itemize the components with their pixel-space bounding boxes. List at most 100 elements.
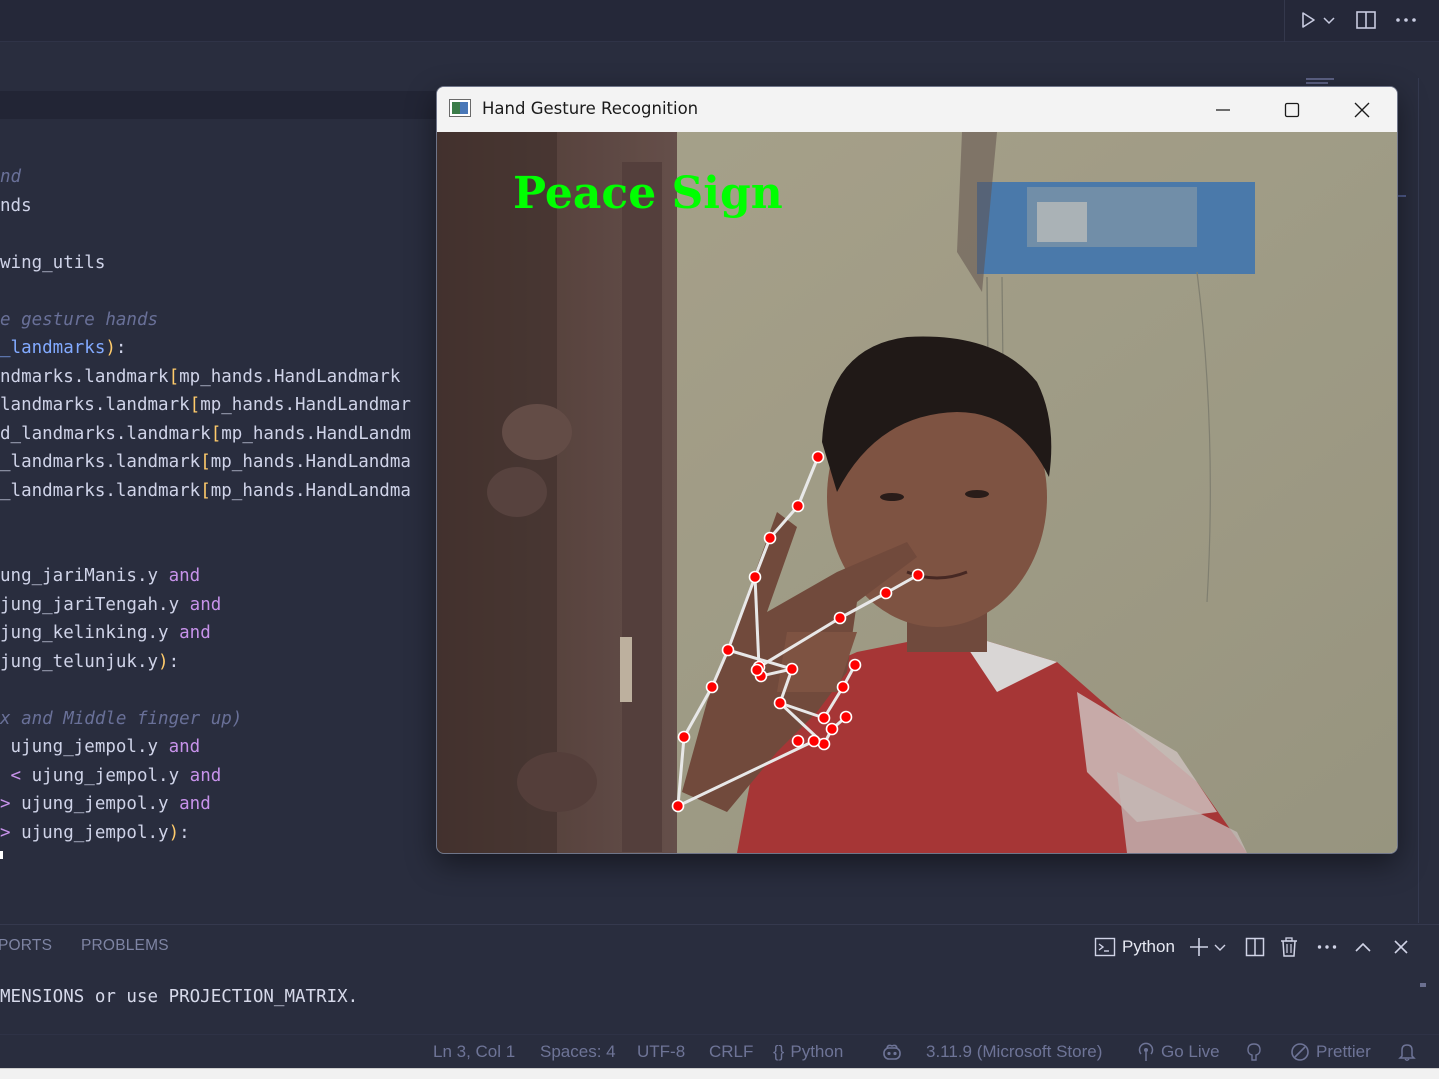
landmark-point [911,568,925,582]
code-token: _landmarks.landmark [0,452,201,472]
code-token: e gesture hands [0,309,159,330]
code-token: ) [168,822,180,843]
code-line[interactable]: nd [0,163,21,191]
code-line[interactable]: _landmarks.landmark[mp_hands.HandLandma [0,448,411,476]
chevron-down-icon[interactable] [1212,933,1228,961]
bottom-panel: PORTS PROBLEMS Python MENSIONS or use PR… [0,924,1439,1034]
indentation[interactable]: Spaces: 4 [540,1042,616,1062]
code-line[interactable]: jung_telunjuk.y): [0,648,179,676]
copilot-icon[interactable] [881,1042,903,1062]
minimap-line [1306,82,1328,84]
code-line[interactable]: jung_kelinking.y and [0,619,211,647]
encoding[interactable]: UTF-8 [637,1042,685,1062]
trash-icon[interactable] [1276,933,1302,961]
code-token: _landmarks [0,338,106,358]
end-of-line[interactable]: CRLF [709,1042,753,1062]
code-token: mp_hands.HandLandm [221,423,411,444]
landmark-point [773,696,787,710]
cursor-position[interactable]: Ln 3, Col 1 [433,1042,515,1062]
code-token: jung_jariTengah.y [0,594,190,615]
landmark-point [763,531,777,545]
code-line[interactable]: > ujung_jempol.y): [0,819,190,847]
code-token: [ [210,423,222,444]
landmark-point [785,662,799,676]
code-line[interactable]: wing_utils [0,249,105,277]
code-line[interactable]: d_landmarks.landmark[mp_hands.HandLandm [0,420,411,448]
code-token: and [168,566,201,586]
accounts-icon[interactable] [1243,1042,1265,1062]
landmark-point [791,499,805,513]
maximize-panel-icon[interactable] [1350,933,1376,961]
new-terminal-icon[interactable] [1186,933,1212,961]
code-line[interactable]: jung_jariTengah.y and [0,591,221,619]
minimize-button[interactable] [1188,87,1258,132]
landmark-point [721,643,735,657]
camera-feed: Peace Sign [437,132,1397,853]
close-panel-icon[interactable] [1388,933,1414,961]
more-actions-icon[interactable] [1391,6,1421,34]
close-button[interactable] [1327,87,1397,132]
split-terminal-icon[interactable] [1242,933,1268,961]
code-token: > [0,794,22,814]
code-line[interactable]: > ujung_jempol.y and [0,790,211,818]
editor-title-bar [0,0,1439,42]
code-line[interactable]: nds [0,192,32,220]
text-cursor [0,851,3,859]
code-token: nds [0,195,32,216]
tab-problems[interactable]: PROBLEMS [81,937,169,955]
code-line[interactable]: landmarks.landmark[mp_hands.HandLandmar [0,391,411,419]
broadcast-icon [1138,1042,1154,1061]
window-title: Hand Gesture Recognition [482,99,699,118]
go-live-label: Go Live [1161,1042,1220,1061]
terminal-profile-button[interactable]: Python [1094,933,1184,961]
code-token: nd [0,167,22,187]
maximize-button[interactable] [1257,87,1327,132]
code-line[interactable]: _landmarks): [0,334,126,362]
terminal-scroll-marker [1420,983,1426,987]
prettier-button[interactable]: Prettier [1290,1042,1371,1062]
tab-ports[interactable]: PORTS [0,937,52,955]
landmark-point [677,730,691,744]
code-line[interactable]: < ujung_jempol.y and [0,762,222,790]
code-token: and [179,794,211,814]
chevron-down-icon[interactable] [1319,6,1339,34]
webcam-frame: Peace Sign [437,132,1397,853]
code-line[interactable]: ung_jariManis.y and [0,562,200,590]
code-token: and [168,737,201,757]
image-shade [437,132,1397,853]
bell-icon[interactable] [1398,1042,1416,1062]
split-editor-icon[interactable] [1351,6,1381,34]
code-lines[interactable]: nd nds wing_utilse gesture hands _landmarks… [0,120,440,880]
app-icon [449,99,471,117]
scrollbar-marker [1398,195,1406,197]
go-live-button[interactable]: Go Live [1137,1042,1220,1062]
more-actions-icon[interactable] [1314,933,1340,961]
code-line[interactable]: x and Middle finger up) [0,705,242,733]
language-mode[interactable]: {} Python [773,1042,843,1062]
code-line[interactable]: ujung_jempol.y and [0,733,201,761]
editor-scrollbar[interactable] [1418,78,1439,923]
language-label: Python [790,1042,844,1061]
terminal-output[interactable]: MENSIONS or use PROJECTION_MATRIX. [0,987,358,1007]
code-token: and [189,765,222,786]
landmark-point [750,663,764,677]
code-line[interactable]: e gesture hands [0,306,158,334]
code-token: jung_kelinking.y [0,623,180,643]
code-token: : [115,338,127,358]
landmark-point [879,586,893,600]
landmark-point [671,799,685,813]
terminal-toolbar: Python [1094,933,1439,961]
code-token: ) [105,338,116,358]
code-token: mp_hands.HandLandma [210,480,411,501]
landmark-point [705,680,719,694]
prettier-label: Prettier [1316,1042,1371,1061]
code-line[interactable]: ndmarks.landmark[mp_hands.HandLandmark [0,363,400,391]
python-interpreter[interactable]: 3.11.9 (Microsoft Store) [926,1042,1102,1062]
gesture-window[interactable]: Hand Gesture Recognition Peace Sign [436,86,1398,854]
code-line[interactable]: _landmarks.landmark[mp_hands.HandLandma [0,477,411,505]
vscode-window: nd nds wing_utilse gesture hands _landmarks… [0,0,1439,1079]
prettier-status-icon [1291,1043,1309,1061]
window-title-bar[interactable]: Hand Gesture Recognition [437,87,1397,132]
code-token: < [0,765,32,786]
landmark-point [848,658,862,672]
